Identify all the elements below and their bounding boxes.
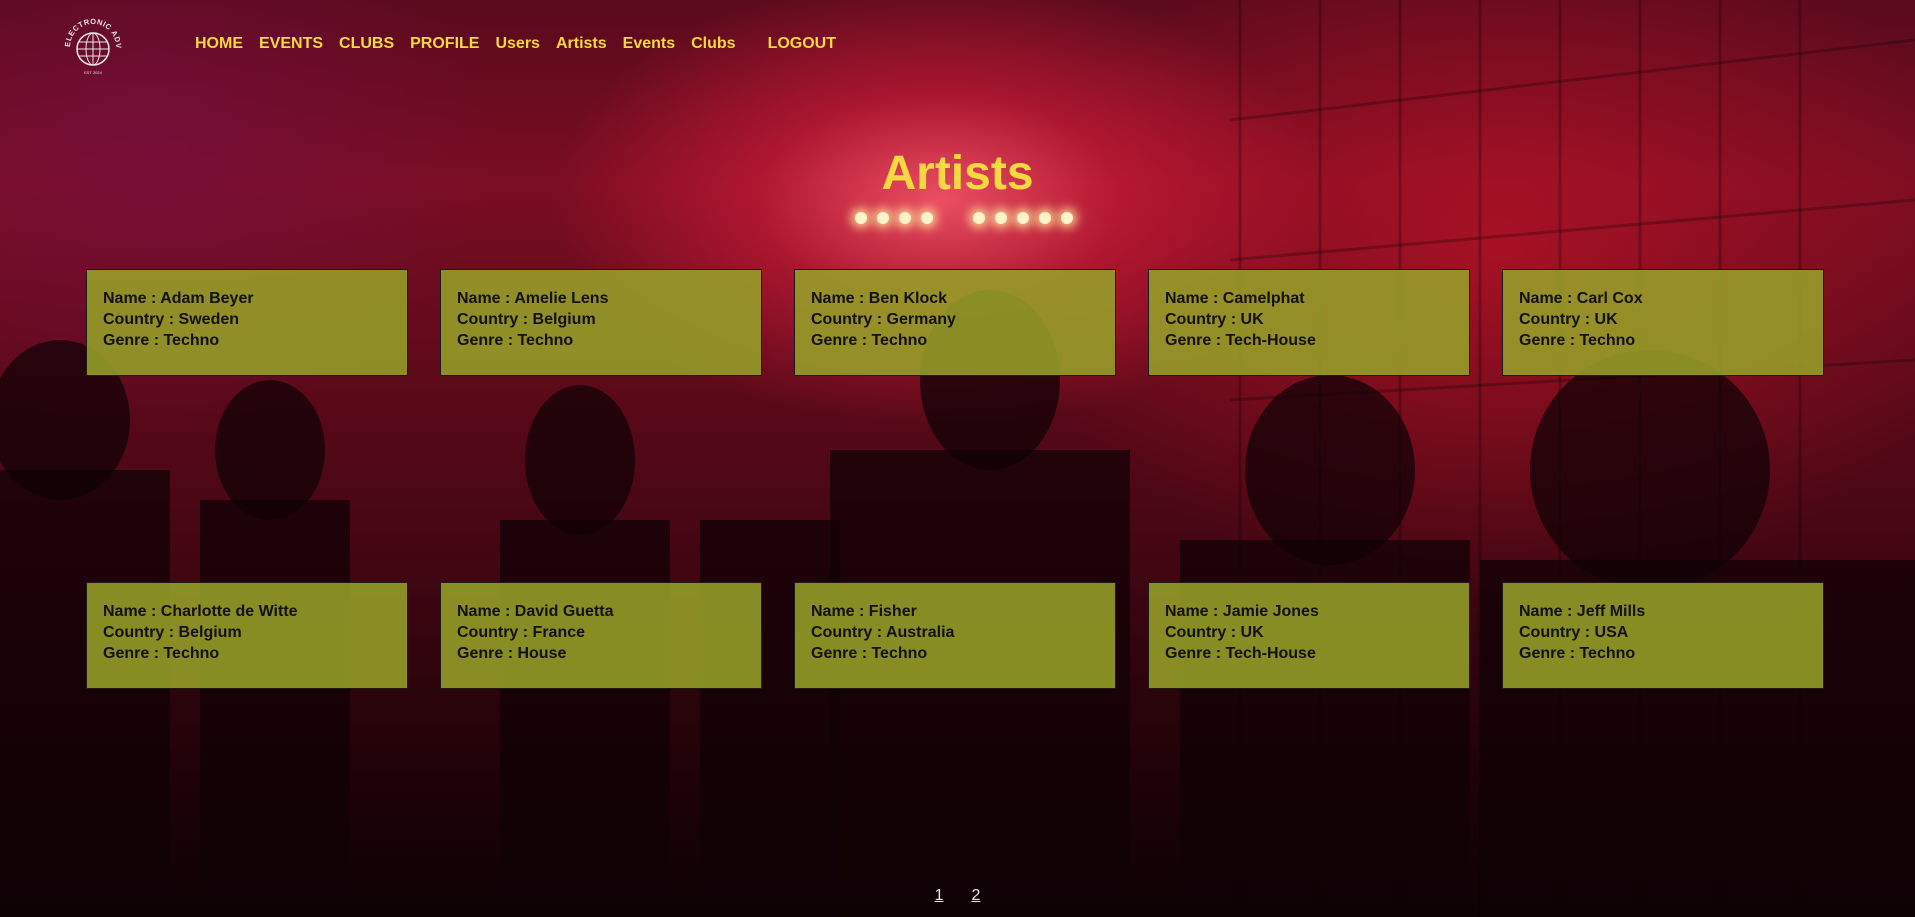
artist-country: Country : Belgium (103, 624, 242, 641)
artist-card[interactable]: Name : Adam Beyer Country : Sweden Genre… (86, 269, 408, 376)
artist-name: Name : Jeff Mills (1519, 603, 1646, 620)
artist-genre: Genre : Tech-House (1165, 332, 1316, 349)
stage-lights (855, 212, 1073, 224)
artist-genre: Genre : Techno (1519, 645, 1636, 662)
artist-card[interactable]: Name : Jamie Jones Country : UK Genre : … (1148, 582, 1470, 689)
artist-card[interactable]: Name : Charlotte de Witte Country : Belg… (86, 582, 408, 689)
nav-artists[interactable]: Artists (556, 35, 607, 53)
artist-country: Country : UK (1519, 311, 1618, 328)
artist-genre: Genre : House (457, 645, 567, 662)
artist-name: Name : Carl Cox (1519, 290, 1643, 307)
page-link-1[interactable]: 1 (935, 887, 944, 905)
artist-genre: Genre : Techno (103, 332, 220, 349)
artist-name: Name : David Guetta (457, 603, 614, 620)
nav-users[interactable]: Users (495, 35, 539, 53)
artist-genre: Genre : Tech-House (1165, 645, 1316, 662)
artist-name: Name : Ben Klock (811, 290, 948, 307)
page-title: Artists (881, 147, 1034, 200)
nav-home[interactable]: HOME (195, 35, 243, 53)
artist-card[interactable]: Name : Ben Klock Country : Germany Genre… (794, 269, 1116, 376)
artist-country: Country : France (457, 624, 586, 641)
artist-grid: Name : Adam Beyer Country : Sweden Genre… (86, 269, 1824, 689)
page-link-2[interactable]: 2 (972, 887, 981, 905)
artist-name: Name : Camelphat (1165, 290, 1305, 307)
globe-icon: ELECTRONIC ADVISOR EST 2024 (59, 9, 123, 75)
artist-genre: Genre : Techno (457, 332, 574, 349)
artist-name: Name : Adam Beyer (103, 290, 254, 307)
main-nav: HOME EVENTS CLUBS PROFILE Users Artists … (195, 35, 852, 53)
artist-genre: Genre : Techno (811, 332, 928, 349)
nav-clubs[interactable]: CLUBS (339, 35, 394, 53)
nav-profile[interactable]: PROFILE (410, 35, 479, 53)
artist-genre: Genre : Techno (1519, 332, 1636, 349)
artist-name: Name : Charlotte de Witte (103, 603, 298, 620)
artist-country: Country : UK (1165, 311, 1264, 328)
artist-card[interactable]: Name : David Guetta Country : France Gen… (440, 582, 762, 689)
pagination: 1 2 (0, 887, 1915, 905)
artist-country: Country : Germany (811, 311, 956, 328)
site-logo[interactable]: ELECTRONIC ADVISOR EST 2024 (59, 9, 124, 78)
artist-card[interactable]: Name : Fisher Country : Australia Genre … (794, 582, 1116, 689)
artist-country: Country : Belgium (457, 311, 596, 328)
svg-text:EST 2024: EST 2024 (84, 70, 102, 75)
artist-country: Country : USA (1519, 624, 1629, 641)
artist-country: Country : UK (1165, 624, 1264, 641)
nav-admin-clubs[interactable]: Clubs (691, 35, 735, 53)
artist-card[interactable]: Name : Jeff Mills Country : USA Genre : … (1502, 582, 1824, 689)
nav-admin-events[interactable]: Events (623, 35, 675, 53)
artist-name: Name : Fisher (811, 603, 917, 620)
artist-country: Country : Australia (811, 624, 955, 641)
nav-events[interactable]: EVENTS (259, 35, 323, 53)
artist-card[interactable]: Name : Camelphat Country : UK Genre : Te… (1148, 269, 1470, 376)
logout-link[interactable]: LOGOUT (768, 35, 836, 53)
artist-card[interactable]: Name : Carl Cox Country : UK Genre : Tec… (1502, 269, 1824, 376)
artist-card[interactable]: Name : Amelie Lens Country : Belgium Gen… (440, 269, 762, 376)
artist-genre: Genre : Techno (811, 645, 928, 662)
artist-name: Name : Jamie Jones (1165, 603, 1319, 620)
artist-genre: Genre : Techno (103, 645, 220, 662)
artist-country: Country : Sweden (103, 311, 240, 328)
artist-name: Name : Amelie Lens (457, 290, 609, 307)
